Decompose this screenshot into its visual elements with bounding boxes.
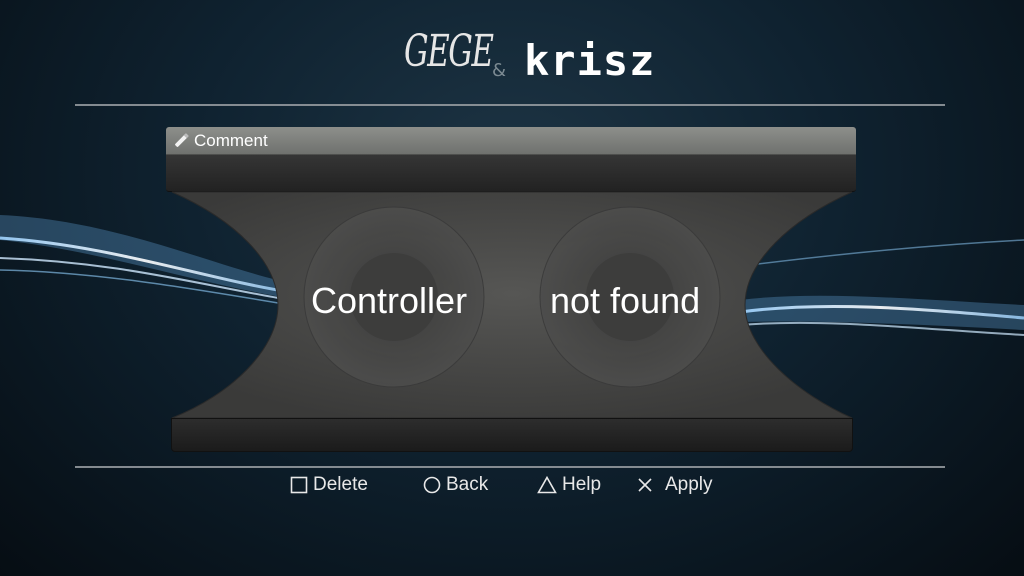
comment-input-strip[interactable] — [166, 155, 856, 192]
square-icon — [290, 476, 308, 494]
pencil-icon — [175, 133, 189, 147]
help-label: Help — [562, 474, 602, 495]
delete-button[interactable]: Delete — [290, 474, 368, 496]
logo-right-text: krisz — [524, 36, 656, 85]
apply-button[interactable]: Apply — [636, 474, 713, 496]
cross-icon — [638, 478, 652, 492]
logo-ampersand: & — [492, 60, 507, 81]
bottom-divider — [75, 466, 945, 468]
help-button[interactable]: Help — [537, 474, 601, 496]
footer-controls: Delete Back Help Apply — [0, 474, 1024, 504]
panel-title: Comment — [194, 131, 268, 150]
back-button[interactable]: Back — [423, 474, 488, 496]
logo: GEGE & krisz — [0, 18, 1024, 88]
triangle-icon — [537, 476, 557, 494]
comment-panel-header: Comment — [166, 127, 856, 155]
logo-left-text: GEGE — [404, 26, 494, 77]
back-label: Back — [446, 474, 489, 495]
apply-label: Apply — [665, 474, 713, 495]
controller-bottom-bar — [171, 418, 853, 452]
message-right: not found — [550, 280, 701, 321]
circle-icon — [423, 476, 441, 494]
top-divider — [75, 104, 945, 106]
delete-label: Delete — [313, 474, 368, 495]
message-left: Controller — [311, 280, 468, 321]
